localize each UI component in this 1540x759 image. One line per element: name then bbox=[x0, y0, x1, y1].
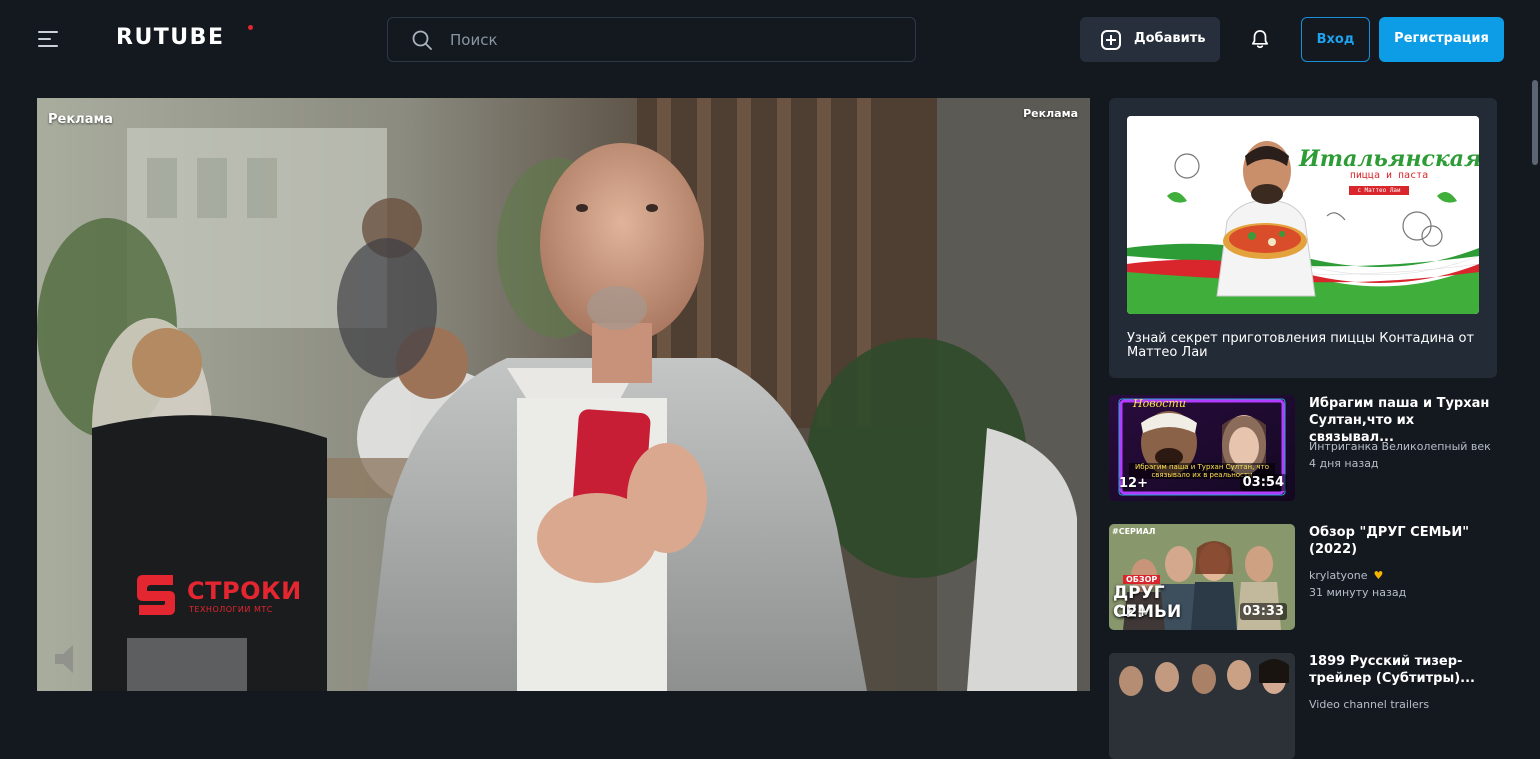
banner-title: Итальянская bbox=[1299, 146, 1479, 172]
age-rating: 12+ bbox=[1119, 476, 1148, 491]
recommended-video[interactable]: 1899 Русский тизер-трейлер (Субтитры)...… bbox=[1109, 653, 1509, 759]
ad-banner-image: Итальянская пицца и паста с Маттео Лаи bbox=[1127, 116, 1479, 314]
video-title[interactable]: Обзор "ДРУГ СЕМЬИ" (2022) bbox=[1309, 524, 1494, 558]
bell-icon[interactable] bbox=[1249, 28, 1271, 50]
ad-description: Узнай секрет приготовления пиццы Контади… bbox=[1127, 331, 1475, 360]
logo-dot bbox=[248, 25, 253, 30]
recommended-video[interactable]: Новости Ибрагим паша и Турхан Султан, чт… bbox=[1109, 395, 1509, 501]
video-thumbnail[interactable] bbox=[1109, 653, 1295, 759]
search-box[interactable] bbox=[387, 17, 916, 62]
video-player[interactable]: Реклама Реклама СТРОКИ ТЕХНОЛОГИИ МТС bbox=[37, 98, 1090, 691]
thumbnail-tag: #СЕРИАЛ bbox=[1112, 527, 1156, 536]
add-video-button[interactable]: Добавить bbox=[1080, 17, 1220, 62]
menu-icon[interactable] bbox=[38, 29, 60, 49]
recommended-video[interactable]: #СЕРИАЛ ОБЗОР ДРУГ СЕМЬИ 12+ 03:33 Обзор… bbox=[1109, 524, 1509, 630]
login-button[interactable]: Вход bbox=[1301, 17, 1370, 62]
video-title[interactable]: 1899 Русский тизер-трейлер (Субтитры)... bbox=[1309, 653, 1494, 687]
thumbnail-label: Новости bbox=[1133, 397, 1186, 410]
thumbnail-image bbox=[1109, 653, 1295, 759]
channel-name[interactable]: Интриганка Великолепный век bbox=[1309, 440, 1499, 453]
video-duration: 03:33 bbox=[1239, 603, 1287, 620]
volume-icon[interactable] bbox=[47, 638, 89, 680]
top-header: RUTUBE Добавить Вход Регистрация bbox=[0, 0, 1540, 80]
advertiser-tagline: ТЕХНОЛОГИИ МТС bbox=[189, 605, 273, 614]
ad-label-right: Реклама bbox=[1023, 107, 1078, 120]
register-label: Регистрация bbox=[1394, 31, 1489, 46]
video-thumbnail[interactable]: Новости Ибрагим паша и Турхан Султан, чт… bbox=[1109, 395, 1295, 501]
age-rating: 12+ bbox=[1119, 605, 1148, 620]
add-icon bbox=[1101, 30, 1121, 50]
banner-subtitle: пицца и паста bbox=[1349, 170, 1429, 181]
channel-name-text: krylatyone bbox=[1309, 569, 1368, 582]
heart-icon: ♥ bbox=[1373, 569, 1384, 582]
search-icon[interactable] bbox=[412, 30, 432, 50]
ad-label-left: Реклама bbox=[48, 112, 113, 127]
channel-name[interactable]: Video channel trailers bbox=[1309, 698, 1499, 711]
page-scrollbar[interactable] bbox=[1532, 80, 1538, 165]
video-title[interactable]: Ибрагим паша и Турхан Султан,что их связ… bbox=[1309, 395, 1494, 446]
advertiser-name: СТРОКИ bbox=[187, 577, 302, 605]
banner-tag: с Маттео Лаи bbox=[1349, 186, 1409, 195]
video-duration: 03:54 bbox=[1239, 474, 1287, 491]
publish-date: 4 дня назад bbox=[1309, 457, 1379, 470]
video-thumbnail[interactable]: #СЕРИАЛ ОБЗОР ДРУГ СЕМЬИ 12+ 03:33 bbox=[1109, 524, 1295, 630]
register-button[interactable]: Регистрация bbox=[1379, 17, 1504, 62]
add-video-label: Добавить bbox=[1134, 31, 1206, 46]
channel-name[interactable]: krylatyone ♥ bbox=[1309, 569, 1499, 582]
stroki-logo-icon bbox=[137, 575, 175, 615]
search-input[interactable] bbox=[450, 28, 890, 52]
login-label: Вход bbox=[1316, 32, 1355, 47]
rutube-logo[interactable]: RUTUBE bbox=[116, 25, 224, 50]
advertiser-logo: СТРОКИ ТЕХНОЛОГИИ МТС bbox=[135, 573, 335, 621]
publish-date: 31 минуту назад bbox=[1309, 586, 1407, 599]
sidebar-ad-card[interactable]: Итальянская пицца и паста с Маттео Лаи У… bbox=[1109, 98, 1497, 378]
